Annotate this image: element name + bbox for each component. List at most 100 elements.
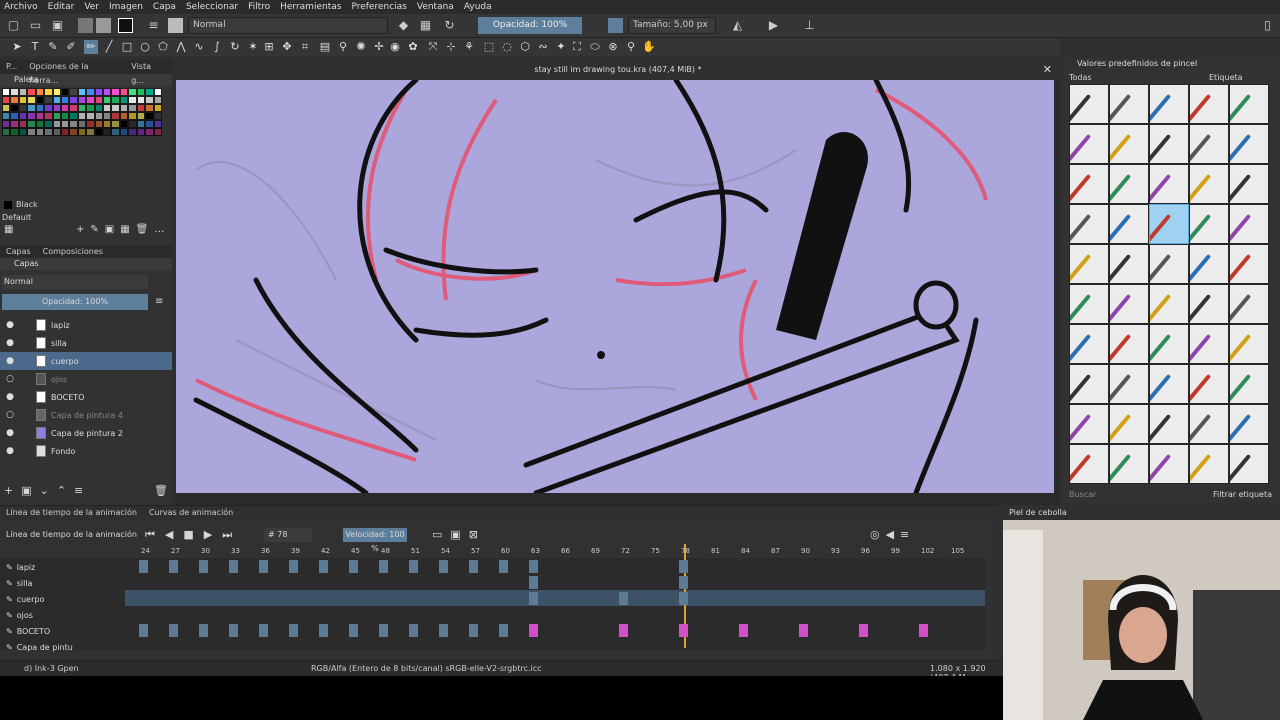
palette-swatch[interactable]: [128, 104, 137, 112]
playback-controls-icon[interactable]: ⏮◀■▶⏭: [145, 528, 242, 542]
palette-swatch[interactable]: [94, 128, 104, 136]
document-tab[interactable]: stay still im drawing tou.kra (407,4 MiB…: [176, 60, 1060, 80]
layer-row-capa-2[interactable]: ● Capa de pintura 2: [0, 424, 172, 442]
keyframe[interactable]: [469, 624, 478, 637]
palette-swatch[interactable]: [35, 104, 45, 112]
wrap-icon[interactable]: ⊥: [802, 18, 817, 33]
brush-preset-tile[interactable]: [1229, 284, 1269, 324]
palette-swatch[interactable]: [44, 120, 53, 128]
freehand-brush-icon[interactable]: ✏: [84, 40, 98, 54]
palette-swatch[interactable]: [145, 96, 154, 104]
palette-swatch[interactable]: [10, 96, 19, 104]
audio-menu-icon[interactable]: ◎◀≡: [870, 528, 915, 541]
palette-swatch[interactable]: [119, 112, 129, 120]
freehand-select-icon[interactable]: ∾: [536, 40, 550, 54]
palette-grid-icon[interactable]: ▦: [4, 224, 13, 235]
palette-swatch[interactable]: [44, 96, 53, 104]
frame-number[interactable]: 45: [351, 547, 360, 555]
layer-actions-icon[interactable]: +▣⌄⌃≡: [4, 484, 91, 497]
brush-preset-tile[interactable]: [1229, 124, 1269, 164]
frame-number[interactable]: 24: [141, 547, 150, 555]
current-brush-status[interactable]: d) Ink-3 Gpen: [24, 664, 79, 673]
palette-swatch[interactable]: [52, 88, 61, 96]
palette-swatch[interactable]: [111, 88, 120, 96]
brush-preset-tile[interactable]: [1229, 204, 1269, 244]
palette-swatches[interactable]: [2, 88, 162, 136]
menu-ayuda[interactable]: Ayuda: [464, 2, 492, 12]
palette-swatch[interactable]: [2, 112, 11, 120]
palette-swatch[interactable]: [60, 120, 70, 128]
timeline-layer-row[interactable]: ✎ cuerpo: [0, 591, 125, 607]
brush-preset-tile[interactable]: [1109, 84, 1149, 124]
opacity-slider[interactable]: Opacidad: 100%: [478, 17, 582, 34]
palette-swatch[interactable]: [94, 104, 104, 112]
brush-preset-tile[interactable]: [1149, 204, 1189, 244]
brush-preset-tile[interactable]: [1109, 204, 1149, 244]
select-tool-icon[interactable]: ➤: [10, 40, 24, 54]
brush-tag-button[interactable]: Etiqueta: [1209, 72, 1243, 84]
keyframe[interactable]: [379, 624, 388, 637]
frame-number[interactable]: 57: [471, 547, 480, 555]
timeline-layer-row[interactable]: ✎ silla: [0, 575, 125, 591]
gradient-swatch-icon[interactable]: [78, 18, 93, 33]
keyframe[interactable]: [199, 624, 208, 637]
layer-row-ojos[interactable]: ○ ojos: [0, 370, 172, 388]
palette-swatch[interactable]: [119, 128, 129, 136]
palette-swatch[interactable]: [27, 88, 36, 96]
keyframe[interactable]: [499, 560, 508, 573]
keyframe[interactable]: [319, 560, 328, 573]
palette-swatch[interactable]: [69, 104, 78, 112]
brush-preset-tile[interactable]: [1149, 444, 1189, 484]
size-slider[interactable]: Tamaño: 5,00 px: [628, 17, 716, 34]
brush-preset-tile[interactable]: [1229, 324, 1269, 364]
frame-number[interactable]: 96: [861, 547, 870, 555]
frame-number[interactable]: 66: [561, 547, 570, 555]
palette-swatch[interactable]: [10, 88, 19, 96]
menu-editar[interactable]: Editar: [48, 2, 75, 12]
palette-swatch[interactable]: [86, 88, 95, 96]
brush-preset-tile[interactable]: [1069, 324, 1109, 364]
palette-swatch[interactable]: [69, 112, 78, 120]
palette-swatch[interactable]: [119, 88, 129, 96]
palette-swatch[interactable]: [86, 96, 95, 104]
keyframe[interactable]: [859, 624, 868, 637]
palette-swatch[interactable]: [111, 120, 120, 128]
brush-preset-tile[interactable]: [1149, 244, 1189, 284]
tab-layers[interactable]: Capas: [0, 245, 37, 259]
keyframe[interactable]: [529, 592, 538, 605]
palette-swatch[interactable]: [145, 120, 154, 128]
brush-preset-tile[interactable]: [1189, 444, 1229, 484]
visibility-icon[interactable]: ●: [4, 428, 16, 438]
brush-filter-select[interactable]: Todas: [1069, 72, 1189, 84]
palette-swatch[interactable]: [35, 120, 45, 128]
palette-swatch[interactable]: [153, 112, 162, 120]
frame-number[interactable]: 87: [771, 547, 780, 555]
palette-swatch[interactable]: [136, 104, 146, 112]
frame-number[interactable]: 51: [411, 547, 420, 555]
palette-swatch[interactable]: [69, 128, 78, 136]
keyframe[interactable]: [139, 560, 148, 573]
palette-swatch[interactable]: [86, 128, 95, 136]
tab-compositions[interactable]: Composiciones: [37, 245, 109, 259]
keyframe[interactable]: [379, 560, 388, 573]
keyframe[interactable]: [259, 624, 268, 637]
palette-swatch[interactable]: [103, 128, 112, 136]
edit-shape-icon[interactable]: ✎: [46, 40, 60, 54]
menu-imagen[interactable]: Imagen: [109, 2, 143, 12]
keyframe[interactable]: [349, 560, 358, 573]
visibility-icon[interactable]: ●: [4, 356, 16, 366]
brush-preset-tile[interactable]: [1109, 244, 1149, 284]
brush-preset-tile[interactable]: [1189, 124, 1229, 164]
brush-preset-tile[interactable]: [1229, 84, 1269, 124]
palette-swatch[interactable]: [44, 104, 53, 112]
keyframe[interactable]: [289, 624, 298, 637]
measure-tool-icon[interactable]: ⤧: [426, 40, 440, 54]
smart-patch-icon[interactable]: ✺: [354, 40, 368, 54]
palette-swatch[interactable]: [145, 112, 154, 120]
brush-preset-tile[interactable]: [1069, 164, 1109, 204]
palette-swatch[interactable]: [128, 112, 137, 120]
frame-number[interactable]: 54: [441, 547, 450, 555]
palette-swatch[interactable]: [60, 88, 70, 96]
palette-swatch[interactable]: [60, 104, 70, 112]
palette-swatch[interactable]: [153, 104, 162, 112]
